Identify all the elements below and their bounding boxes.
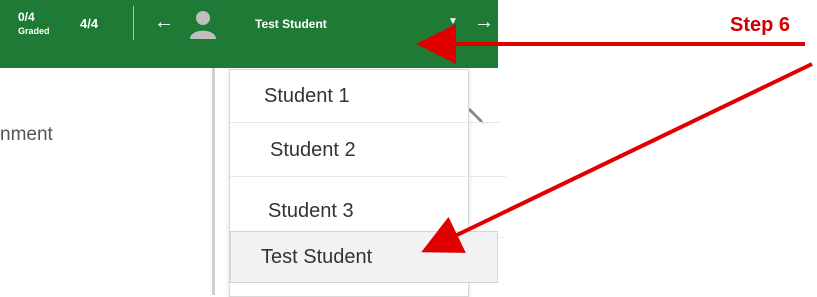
annotation-arrows	[416, 24, 813, 253]
arrow-to-test-student	[421, 62, 813, 253]
